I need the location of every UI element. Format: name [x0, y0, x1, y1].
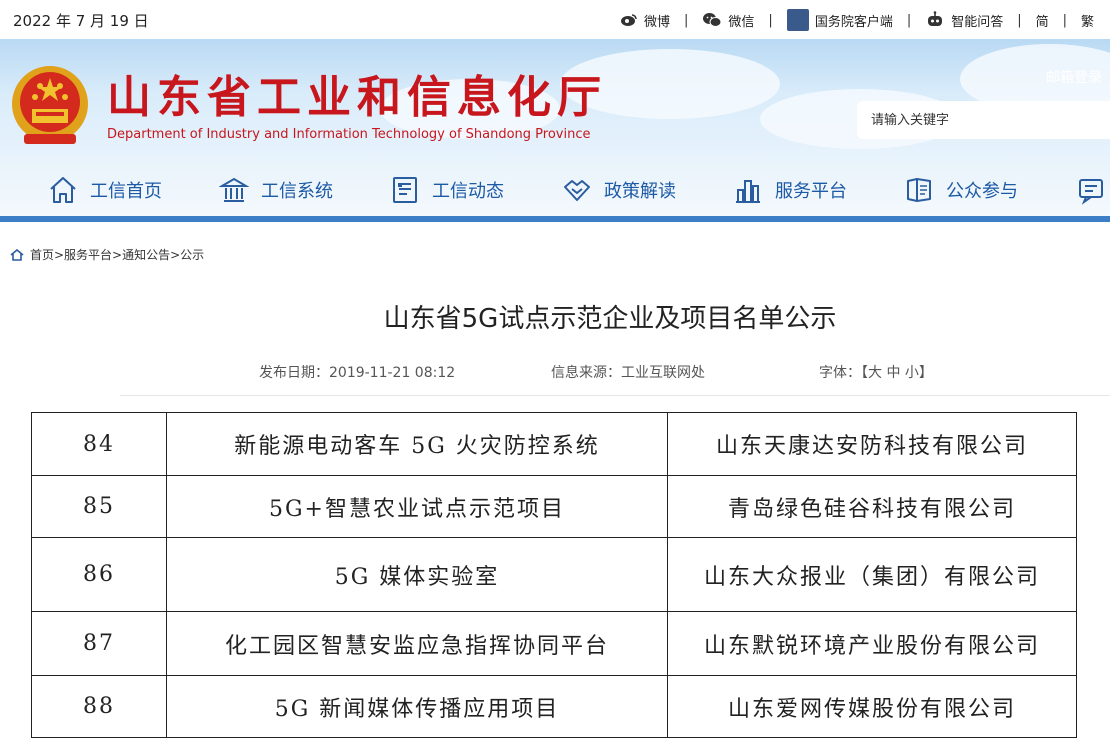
table-row: 84 新能源电动客车 5G 火灾防控系统 山东天康达安防科技有限公司 [31, 412, 1077, 476]
nav-underline [0, 216, 1110, 222]
divider: | [906, 12, 912, 28]
nav-label: 工信系统 [261, 181, 333, 202]
row-number: 85 [31, 475, 167, 538]
row-number: 84 [31, 412, 167, 476]
table-row: 87 化工园区智慧安监应急指挥协同平台 山东默锐环境产业股份有限公司 [31, 611, 1077, 676]
divider: | [1062, 12, 1068, 28]
site-subtitle: Department of Industry and Information T… [107, 127, 591, 142]
site-title[interactable]: 山东省工业和信息化厅 [107, 61, 607, 125]
table-row: 86 5G 媒体实验室 山东大众报业（集团）有限公司 [31, 537, 1077, 612]
current-date: 2022 年 7 月 19 日 [13, 12, 149, 30]
company-name: 山东默锐环境产业股份有限公司 [667, 611, 1077, 676]
table-row: 85 5G+智慧农业试点示范项目 青岛绿色硅谷科技有限公司 [31, 475, 1077, 538]
site-banner: 山东省工业和信息化厅 Department of Industry and In… [0, 39, 1110, 161]
simplified-link[interactable]: 简 [1036, 11, 1049, 30]
handshake-icon [564, 180, 590, 201]
home-icon [10, 248, 24, 261]
company-name: 山东天康达安防科技有限公司 [667, 412, 1077, 476]
search-input[interactable] [857, 101, 1110, 139]
weibo-icon [621, 14, 637, 26]
weibo-label: 微博 [644, 14, 671, 30]
state-council-client-icon [786, 9, 809, 31]
wechat-label: 微信 [728, 14, 755, 30]
nav-item-home[interactable]: 工信首页 [48, 175, 162, 205]
breadcrumb: 首页>服务平台>通知公告>公示 [10, 246, 204, 263]
wechat-link[interactable]: 微信 [702, 11, 754, 30]
national-emblem-icon [12, 66, 88, 144]
article-title: 山东省5G试点示范企业及项目名单公示 [383, 304, 837, 334]
font-size-switch[interactable]: 字体：【大 中 小】 [819, 362, 933, 382]
institution-icon [219, 177, 249, 202]
traditional-label: 繁 [1081, 14, 1095, 30]
wechat-icon [703, 13, 722, 27]
participation-icon [907, 178, 931, 202]
state-council-client-label: 国务院客户端 [814, 14, 893, 30]
top-links: 微博 | 微信 | 国务院客户端 | 智能问答 | 简 | 繁 [620, 9, 1094, 31]
divider: | [684, 12, 689, 28]
nav-label: 政策解读 [604, 181, 676, 202]
divider: | [1017, 12, 1022, 28]
main-nav: 工信首页 工信系统 工信动态 政策解读 服务平台 公众参与 [0, 161, 1110, 216]
nav-label: 公众参与 [946, 181, 1018, 202]
nav-item-policy[interactable]: 政策解读 [562, 175, 676, 205]
project-name: 化工园区智慧安监应急指挥协同平台 [166, 611, 668, 676]
nav-item-news[interactable]: 工信动态 [390, 175, 504, 205]
robot-icon [928, 11, 943, 26]
news-icon [393, 177, 417, 203]
buildings-icon [736, 180, 760, 203]
company-name: 青岛绿色硅谷科技有限公司 [667, 475, 1077, 538]
company-name: 山东大众报业（集团）有限公司 [667, 537, 1077, 612]
email-login-link[interactable]: 邮箱登录 [1046, 67, 1102, 87]
top-bar: 2022 年 7 月 19 日 微博 | 微信 | 国务院客户端 | 智能问答 … [0, 0, 1110, 39]
smart-qa-label: 智能问答 [951, 14, 1004, 30]
nav-label: 工信动态 [432, 181, 504, 202]
traditional-link[interactable]: 繁 [1081, 11, 1094, 30]
row-number: 87 [31, 611, 167, 676]
smart-qa-link[interactable]: 智能问答 [925, 11, 1003, 30]
simplified-label: 简 [1035, 14, 1049, 30]
state-council-client-link[interactable]: 国务院客户端 [786, 9, 893, 31]
project-name: 5G+智慧农业试点示范项目 [166, 475, 668, 538]
publish-date: 发布日期：2019-11-21 08:12 [259, 365, 456, 381]
project-name: 新能源电动客车 5G 火灾防控系统 [166, 412, 668, 476]
nav-item-participation[interactable]: 公众参与 [904, 175, 1018, 205]
divider: | [768, 12, 773, 28]
nav-item-message[interactable] [1076, 175, 1110, 205]
row-number: 86 [31, 537, 167, 612]
breadcrumb-path[interactable]: 首页>服务平台>通知公告>公示 [30, 246, 204, 263]
nav-label: 服务平台 [775, 181, 847, 202]
nav-item-service[interactable]: 服务平台 [733, 175, 847, 205]
nav-label: 工信首页 [90, 181, 162, 202]
info-source: 信息来源：工业互联网处 [551, 365, 705, 381]
weibo-link[interactable]: 微博 [620, 11, 670, 30]
project-name: 5G 媒体实验室 [166, 537, 668, 612]
divider [120, 395, 1110, 396]
message-icon [1079, 179, 1103, 205]
home-icon [50, 177, 76, 203]
project-table: 84 新能源电动客车 5G 火灾防控系统 山东天康达安防科技有限公司 85 5G… [31, 412, 1077, 738]
nav-item-system[interactable]: 工信系统 [219, 175, 333, 205]
